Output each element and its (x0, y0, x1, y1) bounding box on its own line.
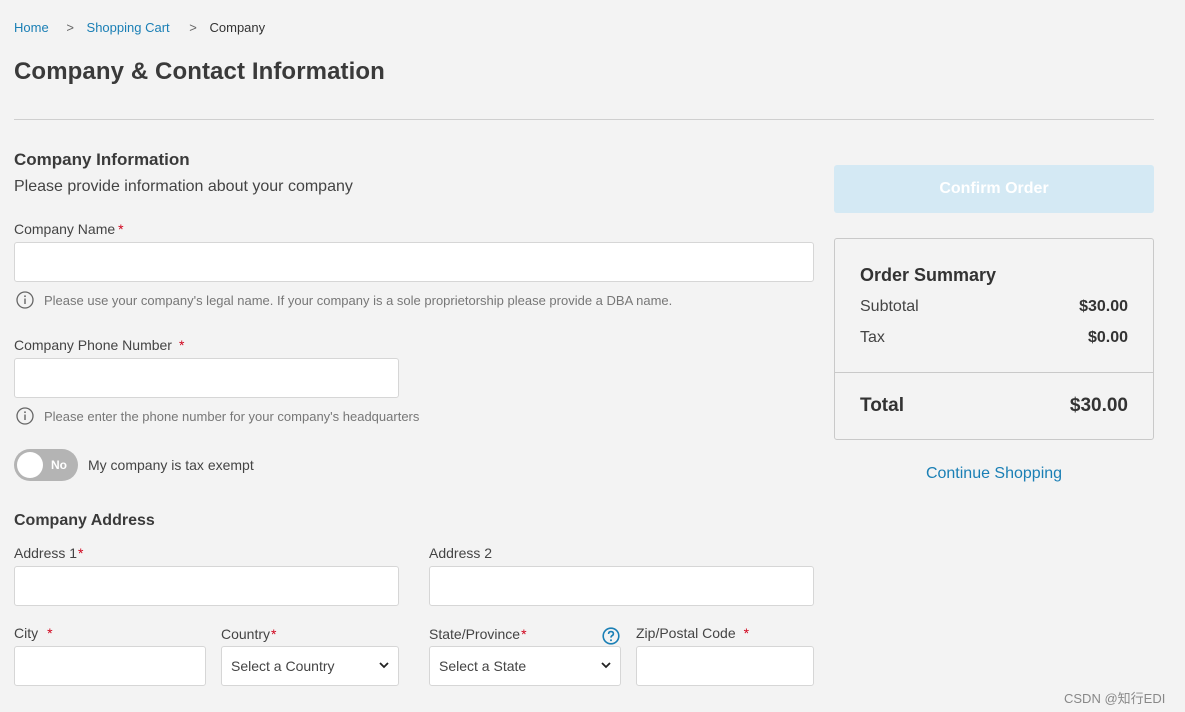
city-label: City * (14, 625, 53, 641)
breadcrumb-home-link[interactable]: Home (14, 20, 49, 35)
tax-exempt-label: My company is tax exempt (88, 457, 254, 473)
company-name-input[interactable] (14, 242, 814, 282)
required-asterisk: * (178, 337, 185, 353)
watermark: CSDN @知行EDI (1064, 691, 1166, 706)
required-asterisk: * (78, 545, 84, 561)
company-name-label: Company Name * (14, 221, 124, 237)
summary-divider (835, 372, 1153, 373)
company-info-title: Company Information (14, 150, 190, 169)
chevron-down-icon (601, 662, 611, 669)
required-asterisk: * (743, 625, 750, 641)
tax-exempt-toggle[interactable]: No (14, 449, 78, 481)
toggle-state-text: No (51, 458, 67, 472)
total-label: Total (860, 395, 904, 416)
zip-label-text: Zip/Postal Code (636, 625, 736, 641)
breadcrumb-shopping-cart-link[interactable]: Shopping Cart (87, 20, 170, 35)
tax-value: $0.00 (1087, 329, 1128, 346)
state-select-value: Select a State (439, 658, 527, 674)
required-asterisk: * (521, 626, 527, 642)
state-select[interactable]: Select a State (429, 646, 621, 686)
required-asterisk: * (47, 625, 53, 641)
tax-label: Tax (860, 329, 885, 346)
company-name-label-text: Company Name (14, 221, 116, 237)
zip-label: Zip/Postal Code * (636, 625, 749, 641)
company-phone-hint: Please enter the phone number for your c… (44, 409, 420, 424)
company-phone-input[interactable] (14, 358, 399, 398)
company-info-subtitle: Please provide information about your co… (14, 178, 353, 195)
country-select-value: Select a Country (231, 658, 335, 674)
subtotal-label: Subtotal (860, 298, 919, 315)
company-phone-label: Company Phone Number * (14, 337, 184, 353)
state-label: State/Province* (429, 626, 527, 642)
chevron-down-icon (379, 662, 389, 669)
breadcrumb-current: Company (209, 20, 266, 35)
city-label-text: City (14, 625, 39, 641)
company-address-title: Company Address (14, 512, 155, 529)
info-icon (16, 407, 34, 425)
zip-input[interactable] (636, 646, 814, 686)
breadcrumb-separator: > (189, 20, 197, 35)
country-select[interactable]: Select a Country (221, 646, 399, 686)
subtotal-row: Subtotal $30.00 (860, 298, 1128, 316)
address1-label-text: Address 1 (14, 545, 78, 561)
divider (14, 119, 1154, 120)
question-circle-icon[interactable] (602, 627, 620, 645)
toggle-knob (17, 452, 43, 478)
state-label-text: State/Province (429, 626, 521, 642)
address2-input[interactable] (429, 566, 814, 606)
info-icon (16, 291, 34, 309)
breadcrumb: Home > Shopping Cart > Company (14, 20, 265, 36)
breadcrumb-separator: > (66, 20, 74, 35)
total-value: $30.00 (1069, 395, 1128, 416)
address1-label: Address 1* (14, 545, 84, 561)
total-row: Total $30.00 (860, 395, 1128, 417)
order-summary-panel: Order Summary Subtotal $30.00 Tax $0.00 … (834, 238, 1154, 440)
company-phone-label-text: Company Phone Number (14, 337, 172, 353)
country-label-text: Country (221, 626, 271, 642)
address2-label: Address 2 (429, 545, 493, 561)
confirm-order-button[interactable]: Confirm Order (834, 165, 1154, 213)
address1-input[interactable] (14, 566, 399, 606)
company-name-hint: Please use your company's legal name. If… (44, 293, 673, 308)
required-asterisk: * (118, 221, 124, 237)
city-input[interactable] (14, 646, 206, 686)
page-title: Company & Contact Information (14, 58, 385, 85)
country-label: Country* (221, 626, 276, 642)
tax-row: Tax $0.00 (860, 329, 1128, 347)
order-summary-title: Order Summary (860, 265, 997, 285)
continue-shopping-link[interactable]: Continue Shopping (834, 465, 1154, 483)
subtotal-value: $30.00 (1079, 298, 1128, 315)
required-asterisk: * (271, 626, 277, 642)
